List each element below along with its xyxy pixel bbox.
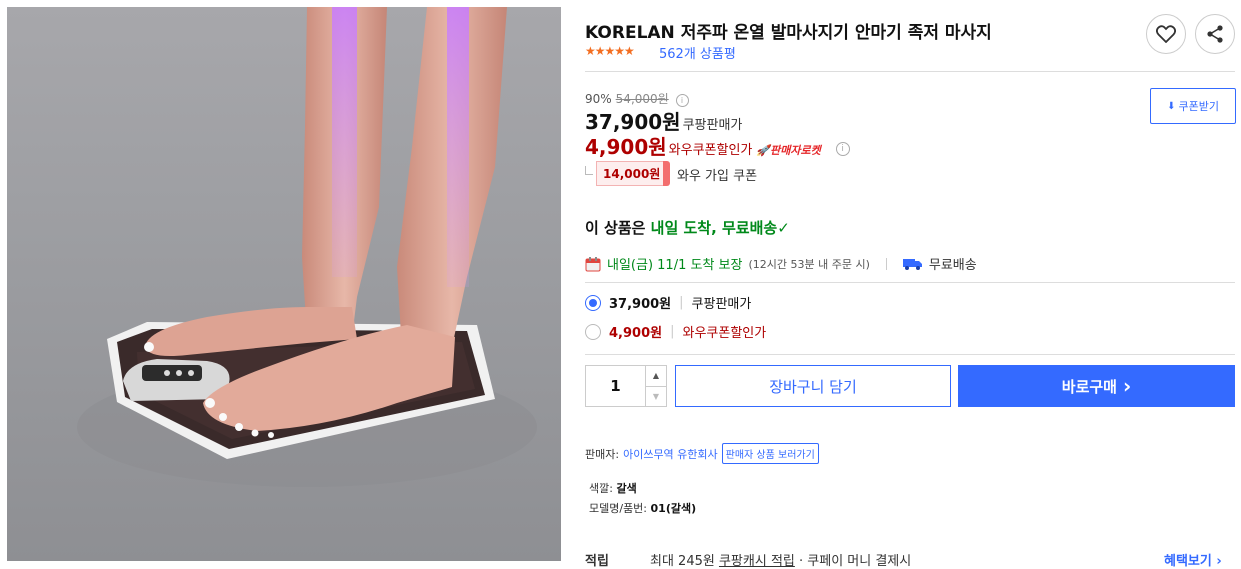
option-radio[interactable] <box>585 323 601 340</box>
product-photo-illustration <box>77 7 537 487</box>
divider <box>585 71 1235 72</box>
original-price: 54,000원 <box>615 92 669 106</box>
review-count-link[interactable]: 562개 상품평 <box>659 43 736 62</box>
free-shipping: 무료배송 <box>928 258 977 273</box>
view-benefits-link[interactable]: 혜택보기 › <box>1164 550 1222 569</box>
option-separator: | <box>679 295 684 310</box>
spec-row: 모델명/품번: 01(갈색) <box>589 500 696 516</box>
spec-value: 갈색 <box>616 482 637 495</box>
reward-suffix: · 쿠페이 머니 결제시 <box>794 554 912 569</box>
coupon-text: 와우 가입 쿠폰 <box>677 169 758 184</box>
add-to-cart-button[interactable]: 장바구니 담기 <box>675 365 951 407</box>
option-radio-selected[interactable] <box>585 294 601 311</box>
option-row[interactable]: 37,900원 | 쿠팡판매가 <box>585 293 751 312</box>
indent-mark <box>585 166 593 175</box>
info-icon[interactable]: i <box>835 141 850 156</box>
shipping-headline: 이 상품은 내일 도착, 무료배송✓ <box>585 217 790 238</box>
shipping-headline-prefix: 이 상품은 <box>585 219 651 237</box>
rating-stars: ★★★★★ <box>585 44 635 58</box>
quantity-input[interactable]: 1 <box>586 366 645 406</box>
seller-products-link[interactable]: 판매자 상품 보러가기 <box>721 443 819 464</box>
product-image[interactable] <box>7 7 561 561</box>
seller-label: 판매자: <box>585 447 620 461</box>
reward-prefix: 최대 245원 <box>650 554 719 569</box>
wow-price-value: 4,900원 <box>585 135 667 159</box>
option-row[interactable]: 4,900원 | 와우쿠폰할인가 <box>585 322 766 341</box>
coupon-amount: 14,000원 <box>596 161 668 186</box>
divider <box>585 354 1235 355</box>
option-price: 4,900원 <box>609 326 663 341</box>
share-icon <box>1207 25 1223 43</box>
reward-info: 최대 245원 쿠팡캐시 적립 · 쿠페이 머니 결제시 <box>650 550 911 569</box>
option-label: 와우쿠폰할인가 <box>682 326 767 341</box>
wow-price-label: 와우쿠폰할인가 <box>668 143 753 158</box>
spec-row: 색깔: 갈색 <box>589 480 637 496</box>
option-price: 37,900원 <box>609 297 672 312</box>
rocket-badge-label: 판매자로켓 <box>770 144 821 157</box>
product-title: KORELAN 저주파 온열 발마사지기 안마기 족저 마사지 <box>585 23 992 43</box>
calendar-icon <box>585 256 601 271</box>
spec-label: 모델명/품번: <box>589 502 648 515</box>
wow-price: 4,900원 와우쿠폰할인가 🚀판매자로켓 i <box>585 131 850 160</box>
buy-now-label: 바로구매 <box>1061 377 1117 396</box>
separator <box>885 257 887 270</box>
shipping-headline-strong: 내일 도착, 무료배송 <box>650 219 778 237</box>
quantity-increase-button[interactable]: ▲ <box>646 366 666 387</box>
download-icon: ⬇ <box>1167 100 1176 112</box>
delivery-info: 내일(금) 11/1 도착 보장 (12시간 53분 내 주문 시) 무료배송 <box>585 254 977 273</box>
arrival-date: 내일(금) 11/1 도착 보장 <box>607 258 743 273</box>
share-button[interactable] <box>1195 14 1235 54</box>
seller-name-link[interactable]: 아이쓰무역 유한회사 <box>623 446 718 462</box>
seller-info: 판매자: 아이쓰무역 유한회사 판매자 상품 보러가기 <box>585 443 819 464</box>
rocket-icon: 🚀 <box>756 144 771 157</box>
rocket-badge: 🚀판매자로켓 <box>756 144 820 157</box>
discount-rate: 90% <box>585 92 612 106</box>
arrival-note: (12시간 53분 내 주문 시) <box>748 257 870 271</box>
option-separator: | <box>670 324 675 339</box>
truck-icon <box>902 258 922 270</box>
coupon-notch <box>663 161 670 186</box>
coupon-download-button[interactable]: ⬇ 쿠폰받기 <box>1150 88 1236 124</box>
heart-icon <box>1156 25 1176 43</box>
cash-reward-link[interactable]: 쿠팡캐시 적립 <box>719 554 795 569</box>
quantity-decrease-button[interactable]: ▼ <box>646 387 666 407</box>
spec-label: 색깔: <box>589 482 613 495</box>
spec-value: 01(갈색) <box>650 502 697 515</box>
reward-label: 적립 <box>585 554 609 569</box>
quantity-arrows: ▲ ▼ <box>645 366 666 406</box>
divider <box>585 282 1235 283</box>
chevron-right-icon: › <box>1122 374 1132 398</box>
discount-info: 90% 54,000원 i <box>585 90 689 107</box>
buy-now-button[interactable]: 바로구매 › <box>958 365 1235 407</box>
wishlist-button[interactable] <box>1146 14 1186 54</box>
coupon-download-label: 쿠폰받기 <box>1178 100 1219 113</box>
option-label: 쿠팡판매가 <box>691 297 752 312</box>
check-icon: ✓ <box>777 219 790 237</box>
quantity-stepper[interactable]: 1 ▲ ▼ <box>585 365 667 407</box>
